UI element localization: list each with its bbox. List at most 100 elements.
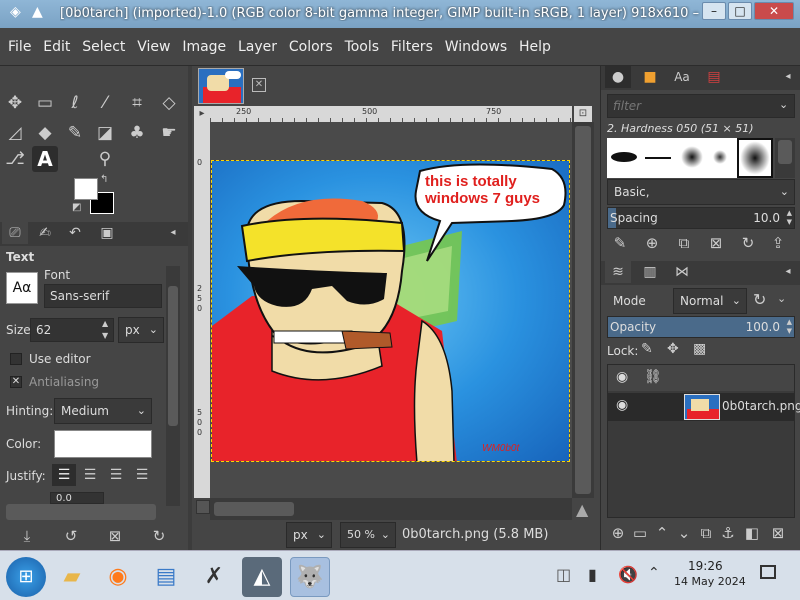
text-tool-icon[interactable]: A — [32, 146, 58, 172]
default-colors-icon[interactable]: ◩ — [72, 202, 81, 213]
justify-right-icon[interactable]: ☰ — [78, 464, 102, 486]
clipboard-tray-icon[interactable]: ◫ — [556, 565, 571, 584]
delete-options-icon[interactable]: ⊠ — [104, 527, 126, 545]
clone-tool-icon[interactable]: ♣ — [124, 120, 150, 146]
layer-row[interactable]: ◉ 0b0tarch.png — [608, 393, 800, 421]
menu-view[interactable]: View — [133, 28, 174, 66]
images-tab-icon[interactable]: ▣ — [94, 222, 120, 244]
font-preview-button[interactable]: Aα — [6, 272, 38, 304]
duplicate-brush-icon[interactable]: ⧉ — [673, 234, 695, 252]
size-unit-select[interactable]: px ⌄ — [118, 317, 164, 343]
undo-history-tab-icon[interactable]: ↶ — [62, 222, 88, 244]
zoom-tool-icon[interactable]: ⚲ — [92, 146, 118, 172]
paintbrush-tool-icon[interactable]: ✎ — [62, 120, 88, 146]
ruler-top[interactable]: 250 500 750 — [210, 106, 572, 122]
text-color-button[interactable] — [54, 430, 152, 458]
new-layer-group-icon[interactable]: ▭ — [629, 524, 651, 542]
menu-colors[interactable]: Colors — [285, 28, 337, 66]
justify-fill-icon[interactable]: ☰ — [130, 464, 154, 486]
raise-layer-icon[interactable]: ⌃ — [651, 524, 673, 542]
rect-select-tool-icon[interactable]: ▭ — [32, 90, 58, 116]
indent-input[interactable]: 0.0 — [50, 492, 104, 504]
xorg-app-icon[interactable]: ✗ — [194, 557, 234, 597]
fuzzy-select-tool-icon[interactable]: ⁄ — [92, 90, 118, 116]
layer-mode-select[interactable]: Normal ⌄ — [673, 288, 747, 314]
tool-options-scrollbar[interactable] — [166, 266, 180, 506]
brush-grid-scrollbar[interactable] — [775, 138, 795, 178]
duplicate-layer-icon[interactable]: ⧉ — [695, 524, 717, 542]
delete-brush-icon[interactable]: ⊠ — [705, 234, 727, 252]
volume-muted-icon[interactable]: 🔇 — [618, 565, 638, 584]
gimp-app-icon[interactable]: 🐺 — [290, 557, 330, 597]
foreground-color-swatch[interactable] — [74, 178, 98, 200]
hinting-select[interactable]: Medium ⌄ — [54, 398, 152, 424]
menu-filters[interactable]: Filters — [387, 28, 437, 66]
ruler-left[interactable]: 0 2 5 0 5 0 0 — [194, 122, 210, 498]
warp-tool-icon[interactable]: ◿ — [2, 120, 28, 146]
refresh-brushes-icon[interactable]: ↻ — [737, 234, 759, 252]
paths-tool-icon[interactable]: ⎇ — [2, 146, 28, 172]
delete-layer-icon[interactable]: ⊠ — [767, 524, 789, 542]
panel-menu-icon[interactable]: ◂ — [160, 222, 186, 244]
antialiasing-checkbox[interactable]: ✕ — [10, 376, 22, 388]
clock-time[interactable]: 19:26 — [688, 559, 723, 573]
bucket-fill-tool-icon[interactable]: ◆ — [32, 120, 58, 146]
mode-reset-icon[interactable]: ↻ — [753, 290, 766, 309]
image-tab-thumbnail[interactable] — [198, 68, 244, 104]
show-desktop-button[interactable] — [760, 565, 776, 579]
lock-position-icon[interactable]: ✥ — [667, 341, 679, 357]
navigate-image-icon[interactable]: ▲ — [576, 500, 588, 519]
monitor-app-icon[interactable]: ◭ — [242, 557, 282, 597]
chevron-down-icon[interactable]: ⌄ — [779, 98, 788, 111]
move-tool-icon[interactable]: ✥ — [2, 90, 28, 116]
size-stepper-icon[interactable]: ▲ ▼ — [102, 318, 108, 342]
canvas-image[interactable]: this is totally windows 7 guys WM0b0t — [211, 160, 570, 462]
panel-menu-icon[interactable]: ◂ — [775, 66, 800, 88]
tray-expand-icon[interactable]: ⌃ — [648, 565, 660, 581]
lasso-tool-icon[interactable]: ℓ — [62, 90, 88, 116]
edit-brush-icon[interactable]: ✎ — [609, 234, 631, 252]
spacing-slider[interactable]: Spacing 10.0 ▲ ▼ — [607, 207, 795, 229]
brush-grid[interactable] — [607, 138, 773, 178]
panel-menu-icon[interactable]: ◂ — [775, 261, 800, 283]
battery-tray-icon[interactable]: ▮ — [588, 565, 597, 584]
reset-options-icon[interactable]: ↻ — [148, 527, 170, 545]
tool-options-hscroll[interactable] — [6, 504, 156, 520]
menu-select[interactable]: Select — [78, 28, 129, 66]
smudge-tool-icon[interactable]: ☛ — [156, 120, 182, 146]
control-panel-icon[interactable]: ▤ — [146, 557, 186, 597]
brush-preset-select[interactable]: Basic, ⌄ — [607, 179, 795, 205]
file-manager-icon[interactable]: ▰ — [52, 557, 92, 597]
start-button-icon[interactable]: ⊞ — [6, 557, 46, 597]
menu-help[interactable]: Help — [515, 28, 555, 66]
document-history-tab-icon[interactable]: ▤ — [701, 66, 727, 88]
layer-mask-icon[interactable]: ◧ — [741, 524, 763, 542]
channels-tab-icon[interactable]: ▥ — [637, 261, 663, 283]
swap-colors-icon[interactable]: ↰ — [100, 174, 108, 185]
lock-alpha-icon[interactable]: ▩ — [693, 341, 706, 357]
navigate-icon[interactable]: ⊡ — [574, 106, 592, 122]
restore-options-icon[interactable]: ↺ — [60, 527, 82, 545]
use-editor-checkbox[interactable] — [10, 353, 22, 365]
zoom-select[interactable]: 50 % ⌄ — [340, 522, 396, 548]
close-button[interactable]: ✕ — [754, 2, 794, 20]
menu-windows[interactable]: Windows — [441, 28, 512, 66]
eraser-tool-icon[interactable]: ◪ — [92, 120, 118, 146]
opacity-stepper-icon[interactable]: ▲ ▼ — [787, 318, 792, 336]
canvas-vscrollbar[interactable] — [572, 122, 594, 498]
paths-tab-icon[interactable]: ⋈ — [669, 261, 695, 283]
menu-image[interactable]: Image — [178, 28, 230, 66]
close-image-tab-icon[interactable]: ✕ — [252, 78, 266, 92]
chevron-down-icon[interactable]: ⌄ — [777, 292, 786, 305]
canvas-hscrollbar[interactable] — [210, 498, 572, 520]
unit-select[interactable]: px ⌄ — [286, 522, 332, 548]
crop-tool-icon[interactable]: ⌗ — [124, 90, 150, 116]
maximize-button[interactable]: □ — [728, 2, 752, 20]
brush-filter-input[interactable]: filter — [607, 94, 795, 118]
anchor-layer-icon[interactable]: ⚓ — [717, 524, 739, 542]
tool-options-tab-icon[interactable]: ⎚ — [2, 222, 28, 244]
clock-date[interactable]: 14 May 2024 — [674, 575, 746, 588]
minimize-button[interactable]: – — [702, 2, 726, 20]
firefox-icon[interactable]: ◉ — [98, 557, 138, 597]
fonts-tab-icon[interactable]: Aa — [669, 66, 695, 88]
